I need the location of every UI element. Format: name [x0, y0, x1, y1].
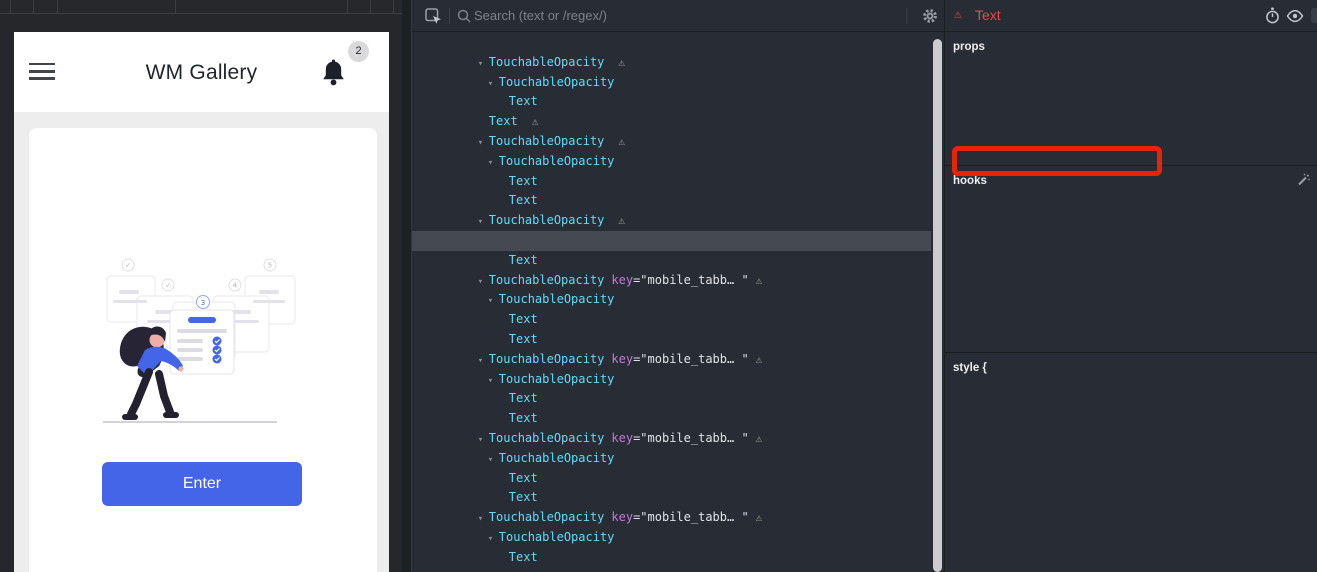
- tab-divider: [175, 0, 176, 14]
- prop-row[interactable]: ▸style{ trace: Array(3), color: "#fff", …: [945, 96, 1317, 116]
- component-tree: ▾TouchableOpacity⚠ ▾TouchableOpacity Tex…: [412, 33, 944, 572]
- style-section-header: style {: [945, 358, 1317, 378]
- search-icon: [457, 9, 471, 23]
- tree-row[interactable]: ▾TouchableOpacity: [412, 211, 944, 231]
- tree-row[interactable]: ▾TouchableOpacity: [412, 429, 944, 449]
- tree-row[interactable]: ▾TouchableOpacity: [412, 350, 944, 370]
- tree-row[interactable]: Text: [412, 310, 944, 330]
- prop-row[interactable]: accessibilityLabel"button1_caption": [945, 57, 1317, 77]
- tree-row[interactable]: ▾TouchableOpacity: [412, 508, 944, 528]
- style-row[interactable]: userSelect"text";: [945, 398, 1317, 418]
- style-row[interactable]: fontSize16;: [945, 417, 1317, 437]
- bell-icon[interactable]: [322, 59, 345, 86]
- profiler-stopwatch-icon[interactable]: [1264, 7, 1281, 25]
- app-preview-pane: WM Gallery 2: [0, 0, 411, 572]
- onboarding-illustration: ✓ ✓ 4 5 3: [93, 256, 308, 428]
- tree-row[interactable]: ▾TouchableOpacitykey="mobile_tabb… "⚠: [412, 330, 944, 350]
- notification-badge: 2: [348, 41, 369, 62]
- tree-row[interactable]: Text: [412, 389, 944, 409]
- tree-row[interactable]: Text: [412, 231, 931, 251]
- style-row[interactable]: textAlign"center";: [945, 457, 1317, 477]
- tree-row[interactable]: Text: [412, 290, 944, 310]
- tree-row[interactable]: ▾TouchableOpacity⚠: [412, 191, 944, 211]
- tree-scrollbar[interactable]: [933, 39, 942, 572]
- tree-row[interactable]: Text: [412, 152, 944, 172]
- style-row[interactable]: textTransform"capitalize";: [945, 476, 1317, 496]
- settings-gear-icon[interactable]: [922, 8, 938, 24]
- inspector-header: ⚠ Text: [945, 0, 1317, 32]
- tree-row[interactable]: ▾TouchableOpacitykey="mobile_tabb… "⚠: [412, 409, 944, 429]
- tree-row[interactable]: ▾TouchableOpacity: [412, 53, 944, 73]
- tree-row[interactable]: Text: [412, 370, 944, 390]
- tree-row[interactable]: ▾TouchableOpacity⚠: [412, 33, 944, 53]
- tab-divider: [370, 0, 371, 14]
- tree-row[interactable]: Text: [412, 172, 944, 192]
- selected-component-name: Text: [975, 7, 1001, 23]
- warning-icon: ⚠: [954, 7, 962, 22]
- phone-screen: WM Gallery 2: [14, 32, 389, 572]
- tab-divider: [33, 0, 34, 14]
- step-badge-3: 3: [201, 299, 205, 307]
- app-header: WM Gallery 2: [14, 32, 389, 112]
- style-row[interactable]: _[{"name":"@app-theme:btn-primary.text",…: [945, 516, 1317, 536]
- style-row[interactable]: marginHorizontal4;: [945, 496, 1317, 516]
- prop-row[interactable]: new entry: [945, 136, 1317, 156]
- hooks-section-header: hooks: [945, 171, 1317, 191]
- hooks-rows: Contextfalse 1Ref<div /> ▸LocaleContext …: [945, 191, 1317, 349]
- eye-icon[interactable]: [1286, 9, 1304, 23]
- search-input[interactable]: [474, 0, 834, 31]
- props-rows: accessibilityLabel"button1_caption" chil…: [945, 57, 1317, 155]
- props-section-header: props: [945, 37, 1317, 57]
- tree-toolbar: [412, 0, 944, 32]
- style-row[interactable]: color"#fff";: [945, 536, 1317, 556]
- inspector-pane: ⚠ Text props accessibilityLabel"button1_…: [944, 0, 1317, 572]
- hook-row[interactable]: ▸PlatformMethods: [945, 309, 1317, 329]
- style-row[interactable]: fontFamily"Roboto";: [945, 378, 1317, 398]
- toolbar-divider: [449, 8, 450, 24]
- tree-row[interactable]: Text⚠: [412, 92, 944, 112]
- tree-row[interactable]: Text: [412, 449, 944, 469]
- hook-row[interactable]: ▸LocaleContext: [945, 230, 1317, 250]
- hook-row[interactable]: ▸ElementLayout: [945, 250, 1317, 270]
- step-badge-2: ✓: [165, 282, 171, 290]
- inspect-element-icon[interactable]: [425, 8, 442, 25]
- step-badge-4: 4: [233, 282, 238, 290]
- tab-divider: [393, 0, 394, 14]
- hook-row[interactable]: ▸ResponderEvents[{…}, {…}]: [945, 270, 1317, 290]
- style-rows: fontFamily"Roboto"; userSelect"text"; fo…: [945, 378, 1317, 572]
- tab-divider: [57, 0, 58, 14]
- clipped-icon[interactable]: [1311, 8, 1317, 23]
- tree-row[interactable]: ▾TouchableOpacitykey="mobile_tabb… "⚠: [412, 488, 944, 508]
- hook-row[interactable]: ▸MergeRefs: [945, 329, 1317, 349]
- magic-wand-icon[interactable]: [1296, 173, 1310, 187]
- toolbar-divider: [906, 8, 907, 24]
- component-tree-pane: ▾TouchableOpacity⚠ ▾TouchableOpacity Tex…: [411, 0, 944, 572]
- pane-gutter: [402, 0, 411, 572]
- hook-row[interactable]: 1Ref<div />: [945, 211, 1317, 231]
- style-row[interactable]: fontWeight"500";: [945, 437, 1317, 457]
- tree-row[interactable]: Text: [412, 528, 944, 548]
- style-section: style { fontFamily"Roboto"; userSelect"t…: [945, 352, 1317, 572]
- enter-button[interactable]: Enter: [102, 462, 302, 506]
- tree-row[interactable]: Text: [412, 548, 944, 568]
- tree-row[interactable]: Text: [412, 469, 944, 489]
- tree-row[interactable]: ▾TouchableOpacity: [412, 132, 944, 152]
- tree-row[interactable]: ▾TouchableOpacitykey="mobile_tabb… "⚠: [412, 251, 944, 271]
- content-card: ✓ ✓ 4 5 3: [29, 128, 377, 572]
- tree-row[interactable]: Text: [412, 73, 944, 93]
- prop-row[interactable]: testID"button1_caption": [945, 116, 1317, 136]
- tree-row[interactable]: ▾TouchableOpacity⚠: [412, 112, 944, 132]
- tab-divider: [10, 0, 11, 14]
- props-section: props accessibilityLabel"button1_caption…: [945, 32, 1317, 165]
- hooks-section: hooks Contextfalse 1Ref<div /> ▸LocaleCo…: [945, 165, 1317, 352]
- hook-row[interactable]: 8Callbackƒ () {}: [945, 289, 1317, 309]
- browser-tab-strip: [0, 0, 402, 14]
- tree-row[interactable]: ▾TouchableOpacity: [412, 271, 944, 291]
- step-badge-1: ✓: [125, 262, 131, 270]
- step-badge-5: 5: [268, 262, 272, 270]
- prop-row[interactable]: children"Enter": [945, 77, 1317, 97]
- tab-divider: [347, 0, 348, 14]
- hook-row[interactable]: Contextfalse: [945, 191, 1317, 211]
- style-row[interactable]: attributevalue;: [945, 555, 1317, 572]
